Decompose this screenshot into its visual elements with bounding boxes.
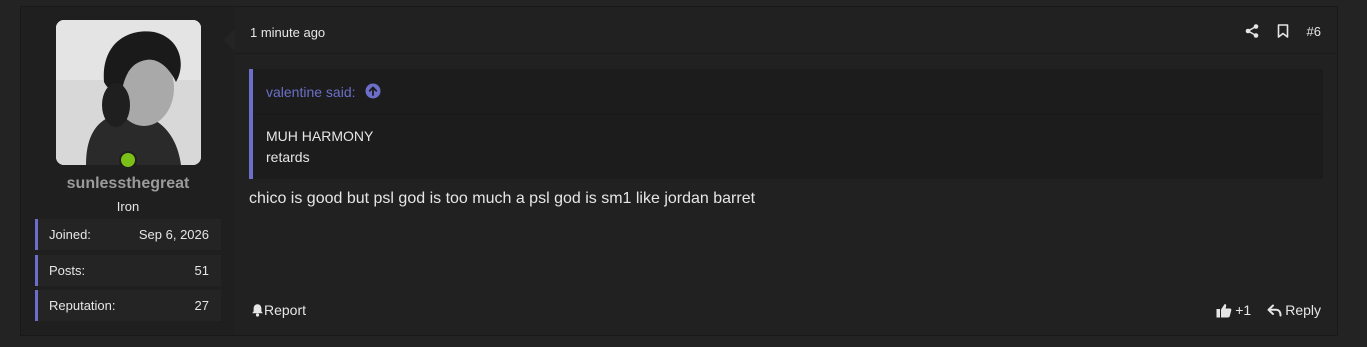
reply-arrow-icon	[1267, 304, 1282, 316]
like-button[interactable]: +1	[1216, 302, 1251, 318]
report-label: Report	[264, 302, 307, 318]
quote-header: valentine said:	[253, 69, 1323, 115]
stat-posts: Posts: 51	[35, 255, 221, 286]
report-button[interactable]: Report	[251, 302, 306, 318]
user-title: Iron	[116, 199, 140, 214]
stat-label: Reputation:	[49, 298, 116, 313]
arrow-up-circle-icon[interactable]	[365, 83, 381, 99]
share-icon[interactable]	[1245, 24, 1259, 38]
quote-line: retards	[266, 149, 310, 165]
post-main: 1 minute ago #6 valentine said: MUH HARM…	[235, 7, 1337, 335]
quote-line: MUH HARMONY	[266, 128, 374, 144]
post-arrow	[223, 29, 235, 51]
like-count: +1	[1235, 302, 1252, 318]
forum-post: sunlessthegreat Iron Joined: Sep 6, 2026…	[20, 6, 1338, 336]
stat-value: 51	[194, 263, 209, 278]
page: sunlessthegreat Iron Joined: Sep 6, 2026…	[0, 0, 1367, 347]
avatar-image	[56, 20, 201, 165]
header-divider	[235, 53, 1337, 54]
stat-reputation: Reputation: 27	[35, 290, 221, 321]
stat-label: Joined:	[49, 227, 91, 242]
post-timestamp[interactable]: 1 minute ago	[250, 25, 325, 40]
bell-icon	[252, 304, 263, 317]
online-status-dot	[119, 151, 137, 169]
reply-label: Reply	[1285, 302, 1321, 318]
stat-value: 27	[194, 298, 209, 313]
quote-author-link[interactable]: valentine said:	[266, 84, 356, 100]
stat-joined: Joined: Sep 6, 2026	[35, 219, 221, 250]
bookmark-icon[interactable]	[1277, 24, 1289, 38]
quote-block: valentine said: MUH HARMONY retards	[249, 69, 1323, 179]
user-sidebar: sunlessthegreat Iron Joined: Sep 6, 2026…	[21, 7, 235, 335]
stat-value: Sep 6, 2026	[138, 227, 209, 242]
quote-content: MUH HARMONY retards	[266, 126, 373, 168]
post-footer-actions: +1 Reply	[1216, 302, 1321, 318]
stat-label: Posts:	[49, 263, 86, 278]
username[interactable]: sunlessthegreat	[21, 175, 235, 193]
avatar[interactable]	[56, 20, 201, 165]
reply-button[interactable]: Reply	[1267, 302, 1321, 318]
post-number[interactable]: #6	[1307, 24, 1321, 39]
thumbs-up-icon	[1216, 303, 1232, 317]
post-header-actions: #6	[1227, 21, 1321, 41]
post-message: chico is good but psl god is too much a …	[249, 190, 756, 207]
